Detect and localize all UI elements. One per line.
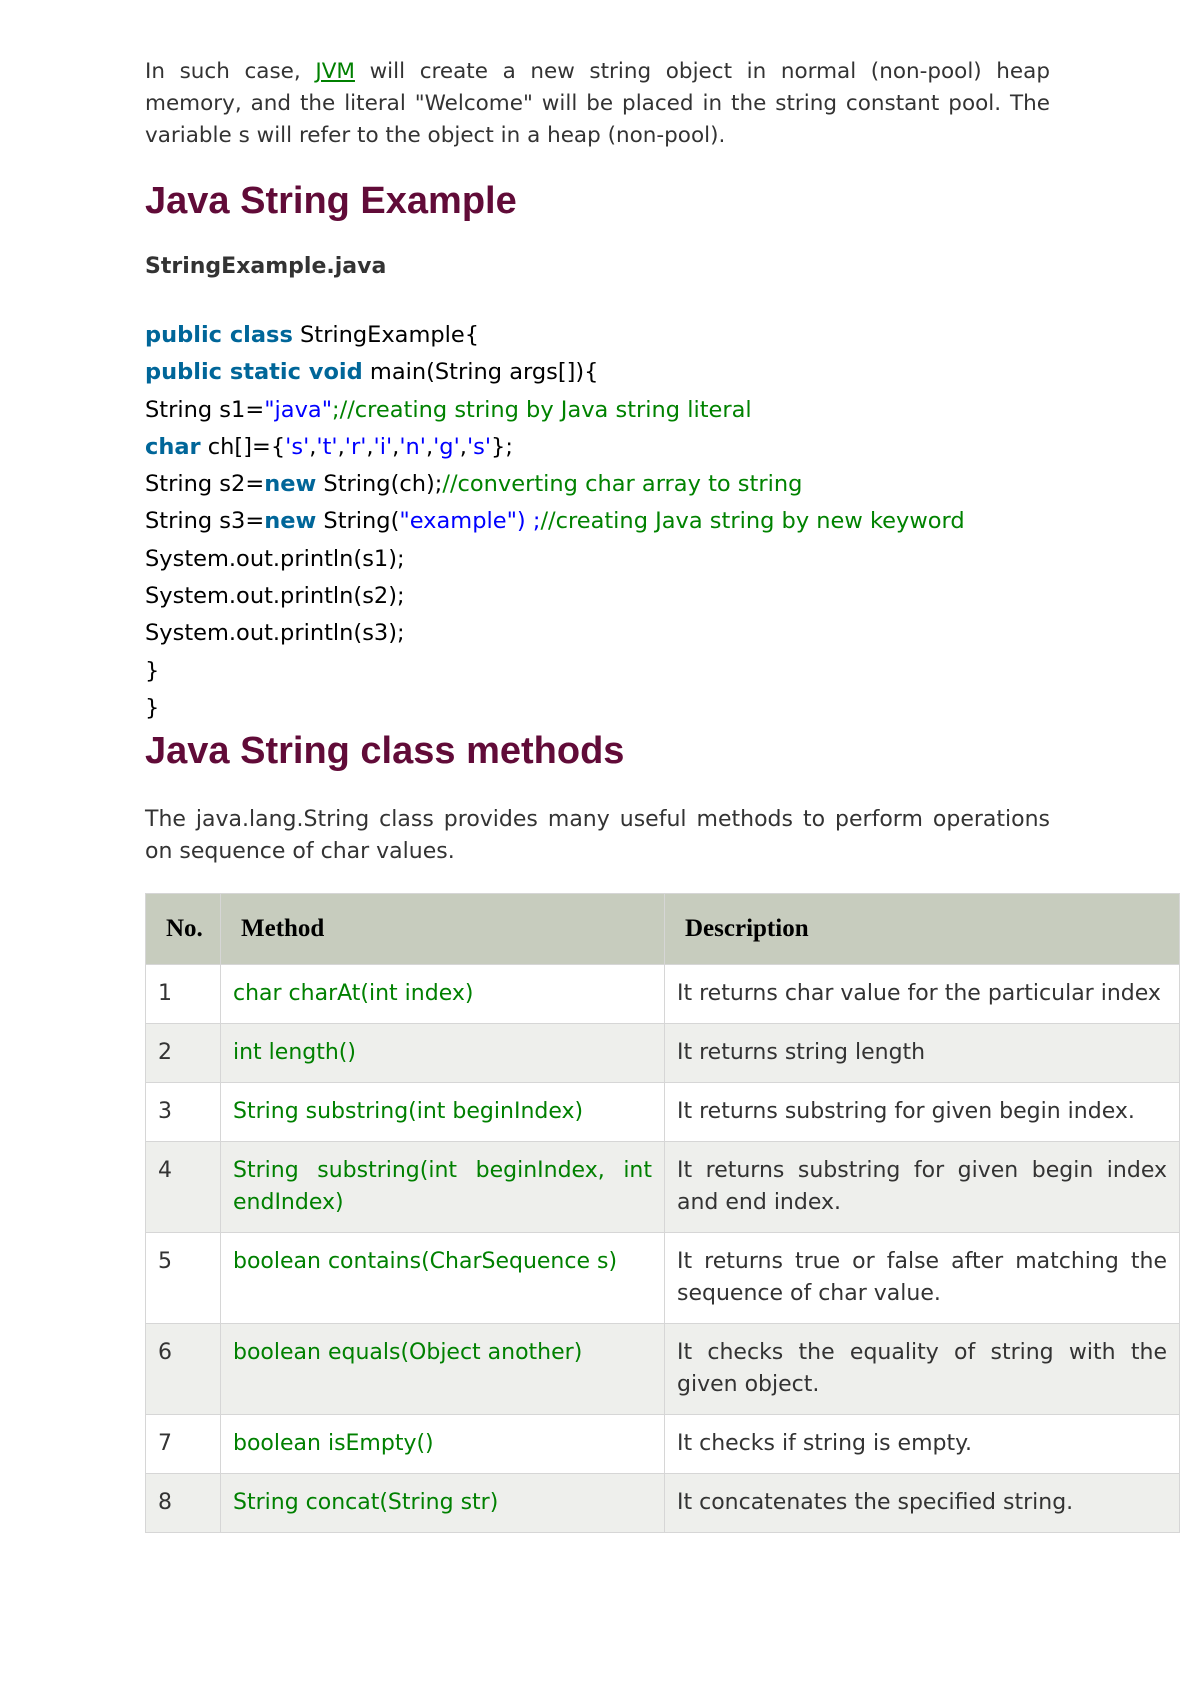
- code-char: 'g': [433, 433, 460, 460]
- table-row: 5 boolean contains(CharSequence s) It re…: [145, 1232, 1180, 1324]
- cell-no: 7: [145, 1414, 221, 1474]
- cell-description: It concatenates the specified string.: [664, 1473, 1180, 1533]
- cell-method[interactable]: boolean equals(Object another): [220, 1323, 665, 1415]
- code-keyword: char: [145, 433, 201, 460]
- code-char: 's': [285, 433, 310, 460]
- code-comment: ;//creating string by Java string litera…: [332, 396, 752, 423]
- code-char: 't': [316, 433, 338, 460]
- code-keyword: public static void: [145, 359, 363, 386]
- code-text: String s2=: [145, 471, 265, 498]
- code-line: }: [145, 653, 965, 690]
- code-line: }: [145, 690, 965, 727]
- table-row: 3 String substring(int beginIndex) It re…: [145, 1082, 1180, 1142]
- table-row: 2 int length() It returns string length: [145, 1023, 1180, 1083]
- code-text: String s3=: [145, 508, 265, 535]
- cell-method[interactable]: int length(): [220, 1023, 665, 1083]
- code-text: StringExample{: [292, 322, 480, 348]
- cell-description: It checks the equality of string with th…: [664, 1323, 1180, 1415]
- cell-description: It returns char value for the particular…: [664, 964, 1180, 1024]
- table-row: 7 boolean isEmpty() It checks if string …: [145, 1414, 1180, 1474]
- code-text: };: [491, 433, 513, 460]
- code-text: System.out.println(s3);: [145, 620, 405, 647]
- code-char: 'i': [373, 433, 393, 460]
- cell-method[interactable]: char charAt(int index): [220, 964, 665, 1024]
- code-comment: //converting char array to string: [442, 471, 803, 498]
- table-header-row: No. Method Description: [145, 893, 1180, 965]
- cell-method[interactable]: String substring(int beginIndex): [220, 1082, 665, 1142]
- cell-description: It returns substring for given begin ind…: [664, 1141, 1180, 1233]
- code-text: }: [145, 694, 160, 721]
- code-char: 'r': [344, 433, 367, 460]
- code-line: public static void main(String args[]){: [145, 354, 965, 391]
- cell-method[interactable]: String substring(int beginIndex, int end…: [220, 1141, 665, 1233]
- jvm-link[interactable]: JVM: [315, 59, 355, 84]
- code-line: String s1="java";//creating string by Ja…: [145, 392, 965, 429]
- code-text: String s1=: [145, 396, 265, 423]
- code-filename: StringExample.java: [145, 254, 387, 279]
- code-line: public class StringExample{: [145, 317, 965, 354]
- code-comment: //creating Java string by new keyword: [540, 508, 965, 535]
- cell-no: 3: [145, 1082, 221, 1142]
- cell-no: 5: [145, 1232, 221, 1324]
- code-line: System.out.println(s1);: [145, 541, 965, 578]
- cell-no: 8: [145, 1473, 221, 1533]
- header-description: Description: [664, 893, 1180, 965]
- code-text: String(ch);: [316, 471, 443, 498]
- cell-description: It returns true or false after matching …: [664, 1232, 1180, 1324]
- code-text: System.out.println(s1);: [145, 545, 405, 572]
- code-line: String s2=new String(ch);//converting ch…: [145, 466, 965, 503]
- methods-description: The java.lang.String class provides many…: [145, 807, 1050, 864]
- code-string: "java": [264, 396, 333, 423]
- code-text: ch[]={: [200, 433, 286, 460]
- methods-table: No. Method Description 1 char charAt(int…: [145, 893, 1180, 1533]
- cell-description: It returns substring for given begin ind…: [664, 1082, 1180, 1142]
- cell-method[interactable]: boolean isEmpty(): [220, 1414, 665, 1474]
- cell-description: It checks if string is empty.: [664, 1414, 1180, 1474]
- code-line: char ch[]={'s','t','r','i','n','g','s'};: [145, 433, 513, 460]
- code-block: public class StringExample{ public stati…: [145, 317, 965, 727]
- code-char: 's': [466, 433, 492, 460]
- header-method: Method: [220, 893, 665, 965]
- code-text: main(String args[]){: [362, 359, 599, 386]
- intro-text-start: In such case,: [145, 59, 316, 84]
- document-page: In such case, JVM will create a new stri…: [0, 0, 1190, 1683]
- code-string: "example") ;: [399, 508, 541, 535]
- code-char: 'n': [399, 433, 426, 460]
- header-no: No.: [145, 893, 221, 965]
- table-row: 6 boolean equals(Object another) It chec…: [145, 1323, 1180, 1415]
- table-row: 8 String concat(String str) It concatena…: [145, 1473, 1180, 1533]
- table-row: 1 char charAt(int index) It returns char…: [145, 964, 1180, 1024]
- cell-no: 4: [145, 1141, 221, 1233]
- code-line: String s3=new String("example") ;//creat…: [145, 503, 965, 540]
- code-text: System.out.println(s2);: [145, 583, 405, 610]
- code-keyword: public class: [145, 322, 293, 348]
- table-row: 4 String substring(int beginIndex, int e…: [145, 1141, 1180, 1233]
- code-keyword: new: [264, 471, 317, 498]
- cell-description: It returns string length: [664, 1023, 1180, 1083]
- cell-method[interactable]: boolean contains(CharSequence s): [220, 1232, 665, 1324]
- java-string-example-heading: Java String Example: [145, 180, 517, 222]
- cell-method[interactable]: String concat(String str): [220, 1473, 665, 1533]
- code-text: String(: [316, 508, 400, 535]
- code-keyword: new: [264, 508, 317, 535]
- cell-no: 2: [145, 1023, 221, 1083]
- cell-no: 6: [145, 1323, 221, 1415]
- code-text: }: [145, 657, 160, 684]
- intro-paragraph: In such case, JVM will create a new stri…: [145, 56, 1050, 152]
- java-string-methods-heading: Java String class methods: [145, 730, 625, 772]
- code-line: System.out.println(s3);: [145, 615, 965, 652]
- code-line: System.out.println(s2);: [145, 578, 965, 615]
- cell-no: 1: [145, 964, 221, 1024]
